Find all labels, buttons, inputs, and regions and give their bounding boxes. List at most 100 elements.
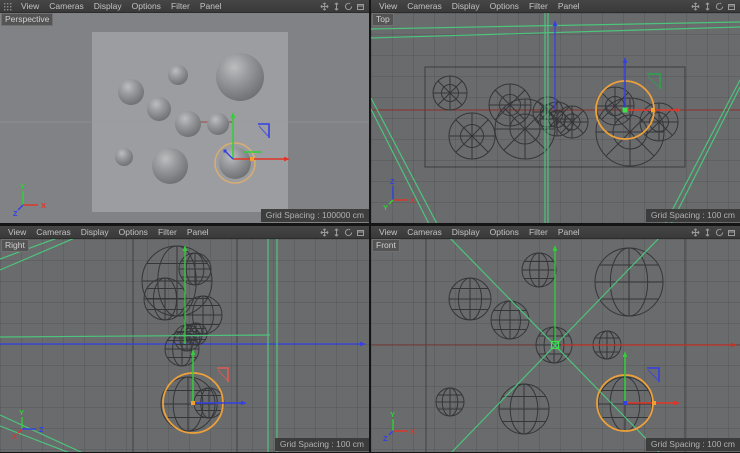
wireframe-sphere[interactable]	[448, 112, 496, 160]
menu-item-panel[interactable]: Panel	[553, 226, 585, 239]
rotate-icon[interactable]	[715, 2, 724, 11]
toggle-layout-icon[interactable]	[727, 2, 736, 11]
world-x-axis[interactable]	[561, 342, 737, 348]
plane-handle[interactable]	[647, 73, 661, 89]
menu-item-panel[interactable]: Panel	[553, 0, 585, 13]
wireframe-sphere[interactable]	[521, 252, 557, 288]
scene-perspective[interactable]: Y X Z	[0, 13, 369, 223]
sphere[interactable]	[118, 79, 144, 105]
viewport-perspective[interactable]: View Cameras Display Options Filter Panel Per…	[0, 0, 369, 224]
sphere[interactable]	[115, 148, 133, 166]
wireframe-sphere[interactable]	[435, 387, 465, 417]
menu-item-cameras[interactable]: Cameras	[402, 0, 446, 13]
rotate-icon[interactable]	[715, 228, 724, 237]
triad-z	[17, 204, 24, 211]
zoom-icon[interactable]	[703, 227, 712, 237]
axis-label: Z	[13, 209, 18, 218]
layout-handle-icon[interactable]	[3, 1, 14, 12]
menu-item-view[interactable]: View	[3, 226, 31, 239]
gizmo-center[interactable]	[191, 401, 195, 405]
viewport-canvas[interactable]: Top Z X Y Grid Spacing : 100 cm	[371, 13, 740, 223]
viewport-canvas[interactable]: Perspective Y X Z Grid Spacing : 100000 cm	[0, 13, 369, 223]
rotate-icon[interactable]	[344, 2, 353, 11]
pan-icon[interactable]	[320, 227, 329, 237]
gizmo-center[interactable]	[622, 107, 628, 113]
menu-item-options[interactable]: Options	[114, 226, 153, 239]
menu-item-display[interactable]: Display	[89, 0, 127, 13]
wireframe-sphere[interactable]	[490, 300, 530, 340]
scene-top[interactable]: Z X Y	[371, 13, 740, 223]
sphere[interactable]	[168, 65, 188, 85]
menu-item-cameras[interactable]: Cameras	[402, 226, 446, 239]
rotate-icon[interactable]	[344, 228, 353, 237]
viewport-canvas[interactable]: Right Y Z X Grid Spacing : 100 cm	[0, 239, 369, 452]
menu-item-cameras[interactable]: Cameras	[31, 226, 75, 239]
menu-item-display[interactable]: Display	[447, 226, 485, 239]
zoom-icon[interactable]	[332, 1, 341, 11]
wireframe-sphere[interactable]	[143, 277, 187, 321]
menu-item-filter[interactable]: Filter	[166, 0, 195, 13]
pan-icon[interactable]	[320, 1, 329, 11]
app-window: View Cameras Display Options Filter Panel Per…	[0, 0, 740, 453]
menu-item-panel[interactable]: Panel	[195, 0, 227, 13]
gizmo-center[interactable]	[623, 401, 627, 405]
sphere[interactable]	[147, 97, 171, 121]
viewport-menu-bar: View Cameras Display Options Filter Panel	[371, 226, 740, 239]
menu-item-cameras[interactable]: Cameras	[44, 0, 88, 13]
menu-item-options[interactable]: Options	[485, 226, 524, 239]
scene-right[interactable]: Y Z X	[0, 239, 369, 452]
zoom-icon[interactable]	[703, 1, 712, 11]
menu-item-filter[interactable]: Filter	[153, 226, 182, 239]
triad-x	[17, 428, 23, 434]
wireframe-sphere[interactable]	[178, 252, 212, 286]
menu-item-panel[interactable]: Panel	[182, 226, 214, 239]
triad-z	[388, 430, 394, 436]
sphere[interactable]	[152, 148, 188, 184]
wireframe-sphere[interactable]	[184, 322, 208, 346]
menu-item-view[interactable]: View	[374, 226, 402, 239]
world-z-axis[interactable]	[552, 20, 558, 110]
toggle-layout-icon[interactable]	[356, 228, 365, 237]
gizmo-handle[interactable]	[651, 108, 655, 112]
viewport-menu-bar: View Cameras Display Options Filter Panel	[0, 226, 369, 239]
wireframe-sphere[interactable]	[173, 324, 201, 352]
menu-item-view[interactable]: View	[16, 0, 44, 13]
gizmo-handle[interactable]	[250, 157, 254, 161]
menu-item-filter[interactable]: Filter	[524, 226, 553, 239]
viewport-menu-bar: View Cameras Display Options Filter Panel	[0, 0, 369, 13]
menu-item-display[interactable]: Display	[76, 226, 114, 239]
wireframe-sphere[interactable]	[164, 331, 200, 367]
gizmo-handle[interactable]	[223, 149, 227, 153]
plane-handle[interactable]	[647, 367, 660, 382]
toggle-layout-icon[interactable]	[727, 228, 736, 237]
wireframe-sphere[interactable]	[432, 75, 468, 111]
wireframe-sphere[interactable]	[448, 277, 492, 321]
world-y-axis[interactable]	[552, 245, 558, 345]
menu-item-view[interactable]: View	[374, 0, 402, 13]
menu-item-display[interactable]: Display	[447, 0, 485, 13]
plane-handle[interactable]	[217, 367, 229, 382]
viewport-front[interactable]: View Cameras Display Options Filter Panel Fro…	[371, 226, 740, 453]
zoom-icon[interactable]	[332, 227, 341, 237]
wireframe-sphere[interactable]	[555, 105, 589, 139]
sphere[interactable]	[175, 111, 201, 137]
pan-icon[interactable]	[691, 227, 700, 237]
viewport-right[interactable]: View Cameras Display Options Filter Panel Rig…	[0, 226, 369, 453]
gizmo-handle[interactable]	[652, 401, 656, 405]
menu-item-options[interactable]: Options	[485, 0, 524, 13]
camera-frustum	[371, 108, 430, 223]
viewport-top[interactable]: View Cameras Display Options Filter Panel Top…	[371, 0, 740, 224]
menu-item-options[interactable]: Options	[127, 0, 166, 13]
wireframe-sphere[interactable]	[498, 383, 550, 435]
sphere[interactable]	[207, 113, 229, 135]
scene-front[interactable]: Y X Z	[371, 239, 740, 452]
axis-label: X	[410, 196, 415, 205]
sphere[interactable]	[216, 53, 264, 101]
menu-item-filter[interactable]: Filter	[524, 0, 553, 13]
viewport-canvas[interactable]: Front Y X Z Grid Spacing : 100 cm	[371, 239, 740, 452]
camera-frustum	[670, 86, 740, 223]
toggle-layout-icon[interactable]	[356, 2, 365, 11]
wireframe-sphere[interactable]	[594, 247, 664, 317]
wireframe-sphere[interactable]	[639, 102, 679, 142]
pan-icon[interactable]	[691, 1, 700, 11]
